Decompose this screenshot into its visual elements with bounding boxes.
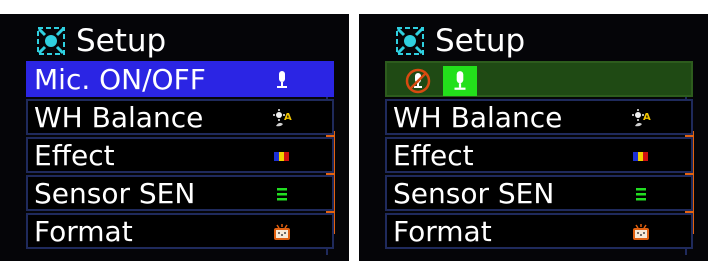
menu-item-label: Sensor SEN <box>393 177 555 210</box>
format-card-icon <box>274 224 290 240</box>
menu-header: Setup <box>36 21 166 61</box>
setup-menu-list: WH Balance A Effect Sensor SEN Format <box>385 61 694 261</box>
setup-menu-list: Mic. ON/OFF WH Balance A Effect Sensor S… <box>26 61 335 261</box>
color-effect-icon <box>274 152 289 161</box>
mic-on-option[interactable] <box>443 66 477 96</box>
menu-item-label: Mic. ON/OFF <box>34 63 206 96</box>
menu-item-format[interactable]: Format <box>26 213 334 249</box>
menu-item-label: Format <box>34 215 133 248</box>
menu-item-label: WH Balance <box>34 101 204 134</box>
microphone-on-icon <box>454 71 466 90</box>
menu-header: Setup <box>395 21 525 61</box>
white-balance-auto-icon: A <box>273 109 292 127</box>
menu-title: Setup <box>76 22 167 59</box>
menu-item-sensor[interactable]: Sensor SEN <box>26 175 334 211</box>
menu-item-label: Format <box>393 215 492 248</box>
sensor-sensitivity-icon <box>636 188 646 201</box>
camera-screen-left: Setup Mic. ON/OFF WH Balance A Effect Se… <box>0 14 349 261</box>
microphone-off-icon <box>405 68 431 94</box>
svg-text:A: A <box>284 112 292 123</box>
menu-item-label: Effect <box>34 139 115 172</box>
menu-item-label: Sensor SEN <box>34 177 196 210</box>
sensor-sensitivity-icon <box>277 188 287 201</box>
menu-item-effect[interactable]: Effect <box>26 137 334 173</box>
setup-icon <box>37 27 65 55</box>
menu-item-sensor[interactable]: Sensor SEN <box>385 175 693 211</box>
color-effect-icon <box>633 152 648 161</box>
mic-option-row <box>385 61 693 97</box>
menu-item-mic[interactable]: Mic. ON/OFF <box>26 61 334 97</box>
menu-item-wh-balance[interactable]: WH Balance A <box>26 99 334 135</box>
menu-item-label: WH Balance <box>393 101 563 134</box>
microphone-icon <box>277 71 287 88</box>
white-balance-auto-icon: A <box>632 109 651 127</box>
menu-item-wh-balance[interactable]: WH Balance A <box>385 99 693 135</box>
svg-text:A: A <box>643 112 651 123</box>
menu-item-label: Effect <box>393 139 474 172</box>
menu-item-effect[interactable]: Effect <box>385 137 693 173</box>
menu-item-format[interactable]: Format <box>385 213 693 249</box>
format-card-icon <box>633 224 649 240</box>
mic-off-option[interactable] <box>401 66 435 96</box>
setup-icon <box>396 27 424 55</box>
menu-title: Setup <box>435 22 526 59</box>
camera-screen-right: Setup WH Balance A Effect Sensor SEN For… <box>359 14 708 261</box>
